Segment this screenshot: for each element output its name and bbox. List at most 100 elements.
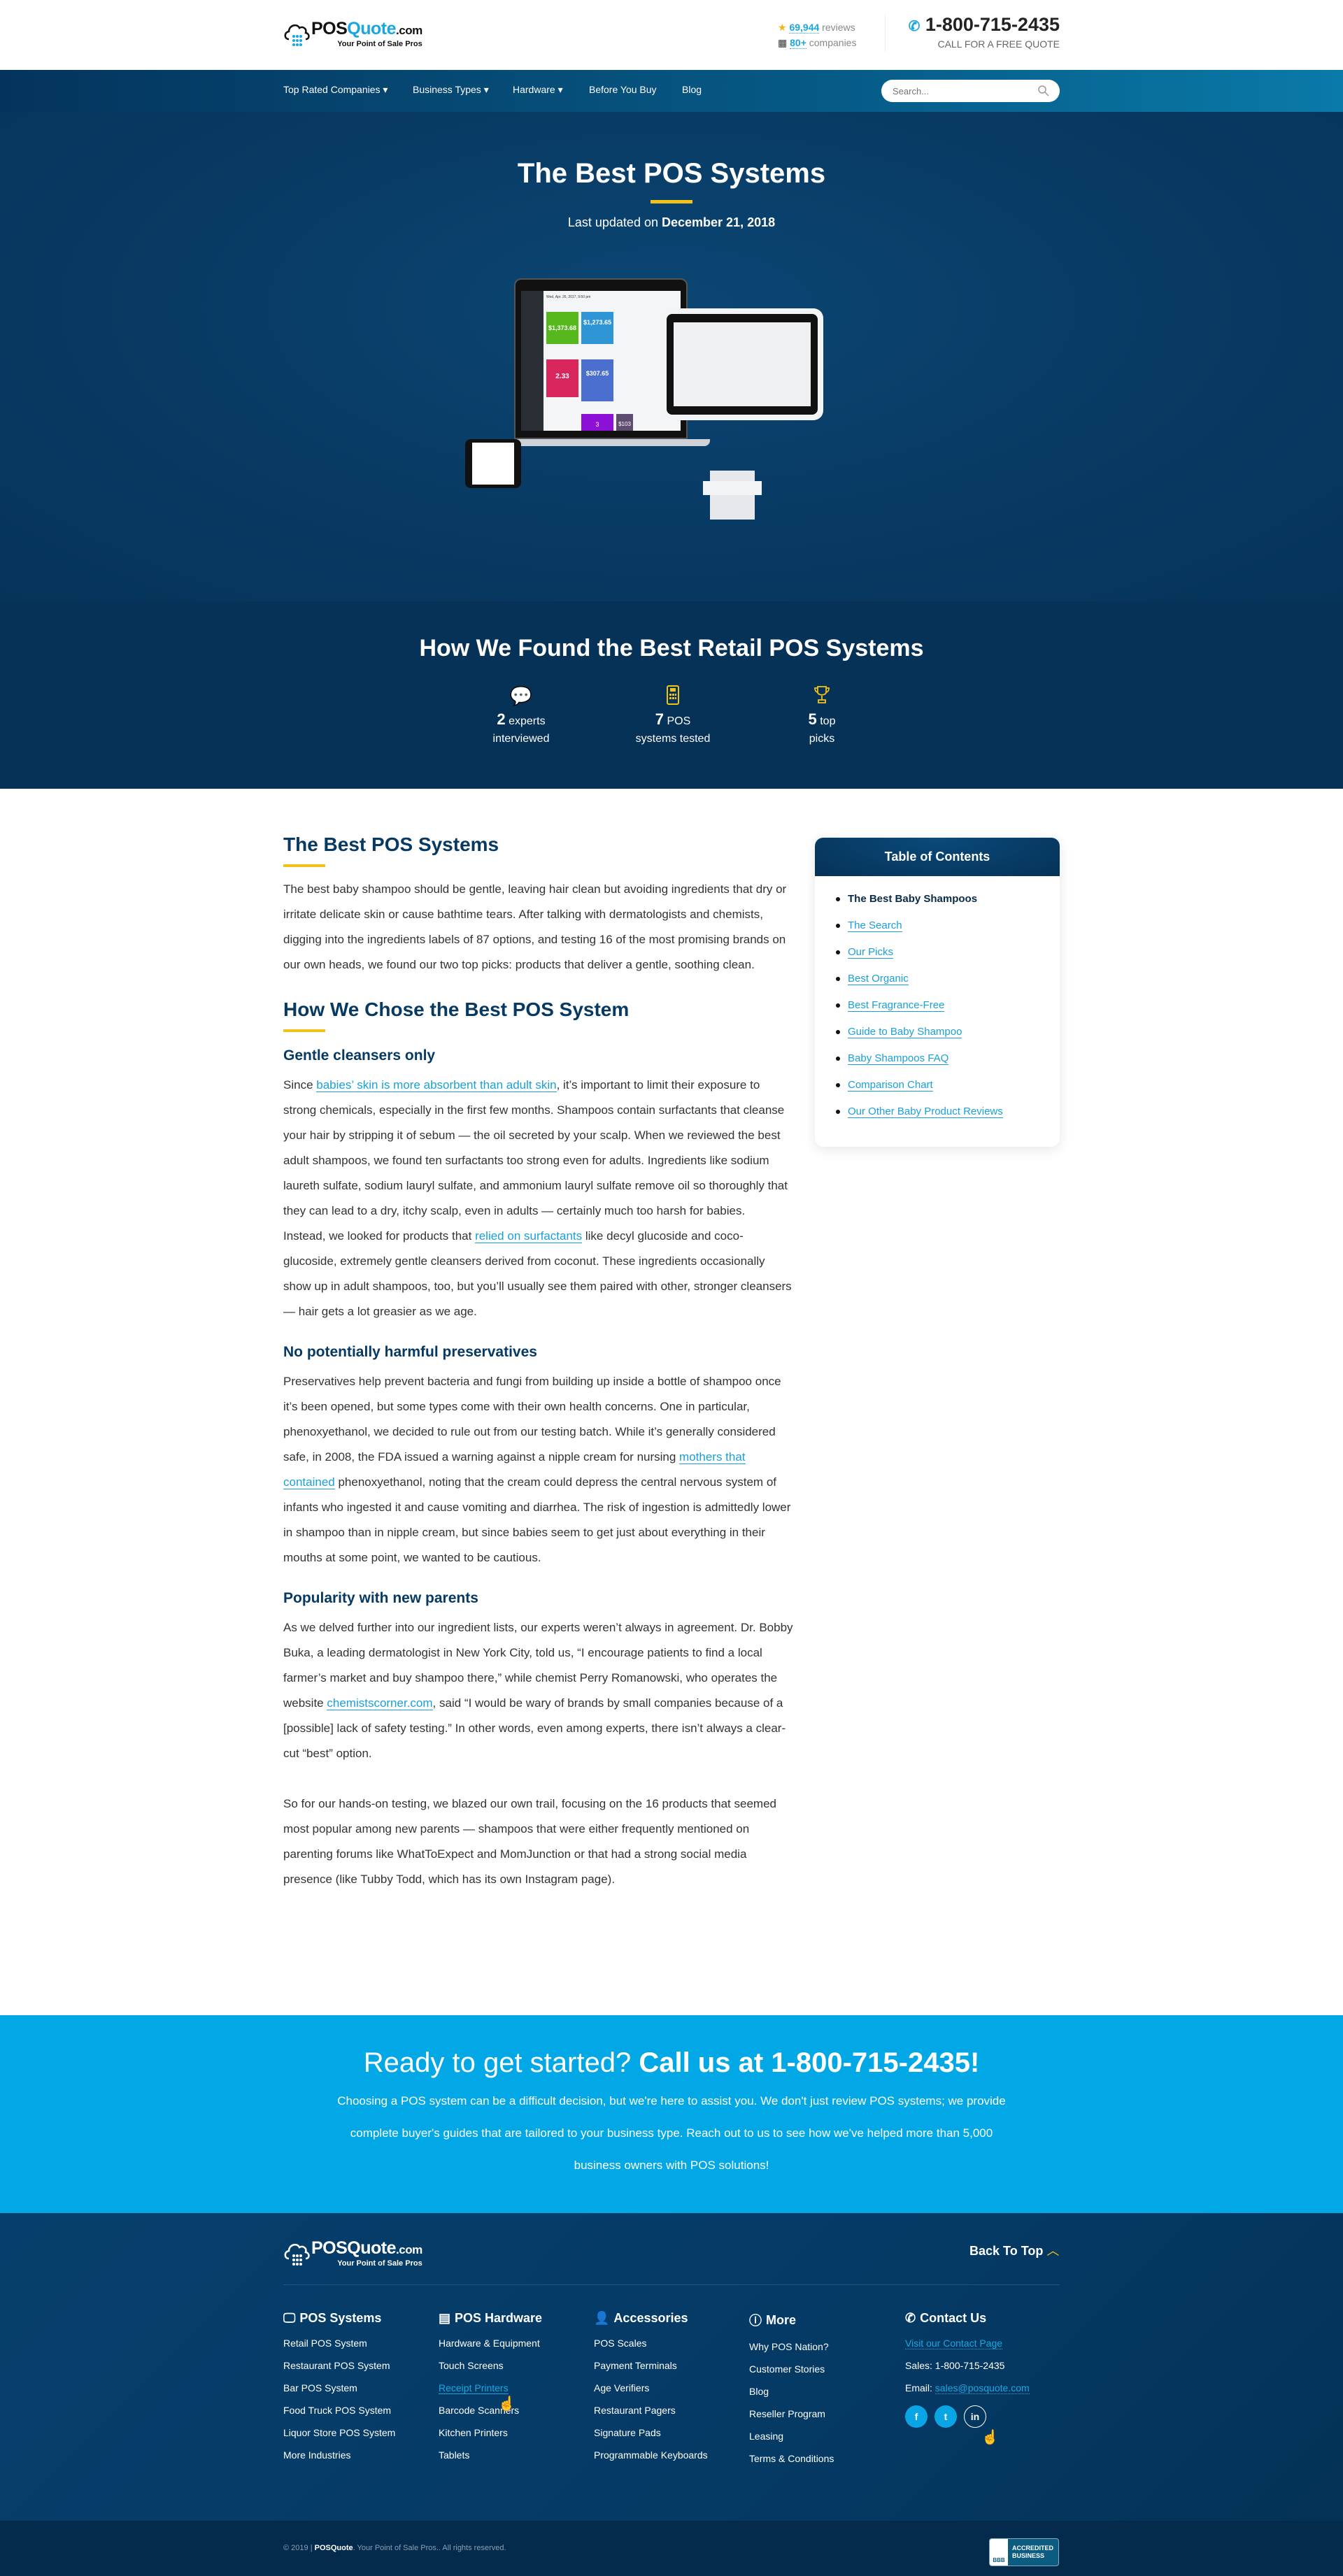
email-link[interactable]: sales@posquote.com	[935, 2382, 1030, 2394]
back-to-top-button[interactable]: Back To Top ︿	[969, 2241, 1059, 2259]
cta-phone[interactable]: Call us at 1-800-715-2435!	[639, 2047, 979, 2078]
footer-link[interactable]: Reseller Program	[749, 2406, 834, 2428]
tablet-stand	[710, 471, 755, 520]
footer-link[interactable]: Signature Pads	[594, 2425, 708, 2447]
footer-link[interactable]: Blog	[749, 2384, 834, 2406]
table-of-contents: Table of Contents The Best Baby Shampoos…	[815, 838, 1060, 1147]
chat-bubbles-icon: 💬	[509, 685, 533, 706]
phone-icon: ✆	[905, 2311, 916, 2325]
toc-item[interactable]: Best Fragrance-Free	[836, 998, 1060, 1024]
footer-link[interactable]: Programmable Keyboards	[594, 2447, 708, 2470]
heading-preservatives: No potentially harmful preservatives	[283, 1344, 537, 1360]
tablet	[661, 308, 823, 420]
toc-item[interactable]: Comparison Chart	[836, 1078, 1060, 1104]
toc-item[interactable]: The Search	[836, 918, 1060, 945]
bbb-accredited-badge[interactable]: BBB ACCREDITED BUSINESS	[989, 2538, 1059, 2566]
footer-col-more: ⓘ More Why POS Nation? Customer Stories B…	[749, 2311, 834, 2473]
caret-down-icon: ▾	[383, 84, 388, 95]
screen-customers: 3	[581, 414, 613, 431]
footer-link[interactable]: Bar POS System	[283, 2380, 395, 2403]
pos-terminal-icon: ▤	[439, 2311, 451, 2325]
companies-count[interactable]: 80+	[790, 37, 806, 49]
pos-devices-image: Wed, Apr. 26, 2017, 9:50 pm $1,373.68 $1…	[465, 278, 906, 530]
divider	[283, 2284, 1060, 2285]
footer-link[interactable]: Tablets	[439, 2447, 542, 2470]
info-icon: ⓘ	[749, 2314, 762, 2328]
footer-link[interactable]: POS Scales	[594, 2335, 708, 2358]
phone-number[interactable]: 1-800-715-2435	[925, 14, 1060, 35]
facebook-icon[interactable]: f	[905, 2405, 928, 2428]
screen-spending: $103	[616, 414, 633, 431]
monitor-icon: 🖵	[283, 2311, 296, 2325]
email-label: Email:	[905, 2382, 932, 2393]
stat-systems-tested: 7 POS systems tested	[603, 685, 743, 745]
stat-experts: 💬 2 experts interviewed	[451, 685, 591, 745]
footer-link[interactable]: Customer Stories	[749, 2361, 834, 2384]
hand-cursor-icon: ☝	[981, 2430, 999, 2445]
contact-page-link[interactable]: Visit our Contact Page	[905, 2338, 1003, 2349]
footer-link[interactable]: More Industries	[283, 2447, 395, 2470]
footer-link[interactable]: Leasing	[749, 2428, 834, 2451]
footer-link[interactable]: Restaurant Pagers	[594, 2403, 708, 2425]
footer-link[interactable]: Age Verifiers	[594, 2380, 708, 2403]
footer-link[interactable]: Liquor Store POS System	[283, 2425, 395, 2447]
chevron-up-icon: ︿	[1046, 2244, 1060, 2258]
caret-down-icon: ▾	[557, 84, 563, 95]
search-icon[interactable]	[1037, 85, 1050, 97]
paragraph: As we delved further into our ingredient…	[283, 1621, 793, 1760]
hero-title: The Best POS Systems	[517, 158, 826, 189]
search-input[interactable]	[881, 80, 1060, 102]
toc-item[interactable]: Best Organic	[836, 971, 1060, 998]
stats-title: How We Found the Best Retail POS Systems	[419, 635, 924, 661]
linkedin-icon[interactable]: in	[964, 2405, 986, 2428]
caret-down-icon: ▾	[483, 84, 489, 95]
twitter-icon[interactable]: t	[935, 2405, 957, 2428]
footer-link[interactable]: Restaurant POS System	[283, 2358, 395, 2380]
nav-before-you-buy[interactable]: Before You Buy	[589, 84, 657, 95]
toc-item[interactable]: Our Picks	[836, 945, 1060, 971]
star-icon: ★	[778, 22, 787, 33]
article: The Best POS Systems The best baby shamp…	[283, 833, 794, 1892]
paragraph: Preservatives help prevent bacteria and …	[283, 1375, 791, 1564]
footer-link[interactable]: Retail POS System	[283, 2335, 395, 2358]
screen-date: Wed, Apr. 26, 2017, 9:50 pm	[546, 295, 591, 299]
nav-business-types[interactable]: Business Types ▾	[413, 84, 489, 96]
cloud-keypad-icon	[283, 20, 311, 48]
link-absorbent-skin[interactable]: babies’ skin is more absorbent than adul…	[316, 1078, 557, 1092]
header-phone[interactable]: ✆ 1-800-715-2435 CALL FOR A FREE QUOTE	[885, 14, 1060, 52]
heading-gentle-cleansers: Gentle cleansers only	[283, 1047, 436, 1064]
footer-link[interactable]: Why POS Nation?	[749, 2339, 834, 2361]
nav-blog[interactable]: Blog	[682, 84, 702, 95]
companies-label: companies	[809, 37, 857, 48]
heading-popularity: Popularity with new parents	[283, 1590, 478, 1606]
last-updated: Last updated on December 21, 2018	[567, 215, 776, 229]
toc-item[interactable]: Guide to Baby Shampoo	[836, 1024, 1060, 1051]
footer-logo[interactable]: POSQuote.com Your Point of Sale Pros	[283, 2239, 422, 2268]
footer-link[interactable]: Touch Screens	[439, 2358, 542, 2380]
footer-link-hovered[interactable]: Receipt Printers	[439, 2380, 542, 2403]
footer-bottom-bar: © 2019 | POSQuote. Your Point of Sale Pr…	[0, 2521, 1343, 2576]
logo[interactable]: POSQuote.com Your Point of Sale Pros	[283, 20, 422, 48]
toc-item[interactable]: Baby Shampoos FAQ	[836, 1051, 1060, 1078]
footer-link[interactable]: Payment Terminals	[594, 2358, 708, 2380]
heading-how-we-chose: How We Chose the Best POS System	[283, 999, 630, 1020]
footer-link[interactable]: Food Truck POS System	[283, 2403, 395, 2425]
toc-item-best-baby-shampoos[interactable]: The Best Baby Shampoos	[836, 892, 1060, 918]
footer-link[interactable]: Terms & Conditions	[749, 2451, 834, 2473]
footer-link[interactable]: Kitchen Printers	[439, 2425, 542, 2447]
footer-col-pos-hardware: ▤ POS Hardware Hardware & Equipment Touch…	[439, 2311, 542, 2470]
intro-paragraph: The best baby shampoo should be gentle, …	[283, 882, 787, 971]
nav-top-rated-companies[interactable]: Top Rated Companies ▾	[283, 84, 388, 96]
link-chemistscorner[interactable]: chemistscorner.com	[327, 1696, 433, 1710]
nav-hardware[interactable]: Hardware ▾	[513, 84, 563, 96]
footer-link[interactable]: Barcode Scanners	[439, 2403, 542, 2425]
toc-item[interactable]: Our Other Baby Product Reviews	[836, 1104, 1060, 1131]
heading-underline	[283, 1029, 325, 1032]
cloud-keypad-icon	[283, 2239, 311, 2267]
main-nav: Top Rated Companies ▾ Business Types ▾ H…	[0, 70, 1343, 112]
link-relied-on-surfactants[interactable]: relied on surfactants	[475, 1229, 583, 1243]
bbb-logo: BBB	[990, 2539, 1008, 2566]
stat-top-picks: 5 top picks	[752, 685, 892, 745]
footer-link[interactable]: Hardware & Equipment	[439, 2335, 542, 2358]
reviews-count[interactable]: 69,944	[789, 22, 820, 34]
